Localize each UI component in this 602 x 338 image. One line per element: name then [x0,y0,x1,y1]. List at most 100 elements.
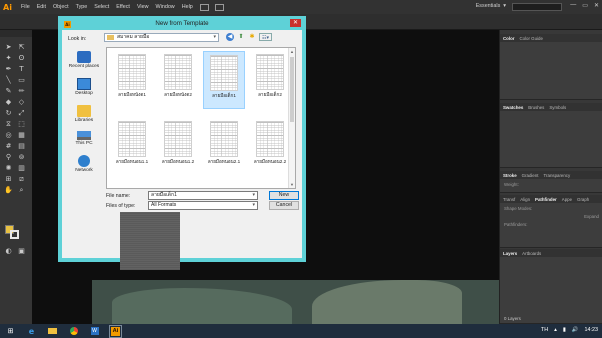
menu-window[interactable]: Window [156,4,175,10]
blob-brush-tool-icon[interactable]: ◆ [4,98,13,106]
scale-tool-icon[interactable]: ⤢ [17,109,26,117]
illustrator-taskbar-button[interactable]: Ai [109,324,122,338]
menu-edit[interactable]: Edit [37,4,46,10]
gradient-tool-icon[interactable]: ▤ [17,142,26,150]
chevron-down-icon[interactable]: ▾ [252,202,255,209]
menu-help[interactable]: Help [182,4,193,10]
pencil-tool-icon[interactable]: ✏ [17,87,26,95]
cancel-button[interactable]: Cancel [269,201,299,210]
perspective-grid-tool-icon[interactable]: ▦ [17,131,26,139]
workspace-switcher[interactable]: Essentials [476,3,506,9]
scroll-up-icon[interactable]: ▲ [289,48,295,55]
chevron-down-icon[interactable]: ▾ [252,192,255,199]
language-indicator[interactable]: TH [541,327,548,333]
free-transform-tool-icon[interactable]: ⬚ [17,120,26,128]
ie-taskbar-button[interactable]: e [27,327,36,336]
screen-mode-icon[interactable]: ▣ [17,247,26,255]
arrange-documents-icon[interactable] [214,3,224,11]
file-item[interactable]: ลายมือหนอน1.1 [111,118,153,176]
drawing-mode-icon[interactable]: ◐ [4,247,13,255]
tab-gradient[interactable]: Gradient [522,173,539,178]
stroke-color-swatch[interactable] [10,230,19,239]
tab-align[interactable]: Align [520,197,530,202]
slice-tool-icon[interactable]: ⧄ [17,175,26,183]
windows-start-icon[interactable]: ⊞ [6,327,15,335]
view-menu-icon[interactable]: ☷▾ [259,33,272,41]
vertical-scrollbar[interactable]: ▲ ▼ [288,48,295,188]
tab-stroke[interactable]: Stroke [503,173,517,178]
volume-icon[interactable]: 🔊 [572,327,579,333]
minimize-icon[interactable]: — [570,2,576,9]
place-recent-places[interactable]: Recent places [66,51,102,69]
clock[interactable]: 14:23 [585,327,599,333]
chrome-taskbar-button[interactable] [69,327,78,335]
file-item[interactable]: ลายมือหนังด1 [111,51,153,109]
direct-selection-tool-icon[interactable]: ⇱ [17,43,26,51]
symbol-sprayer-tool-icon[interactable]: ✺ [4,164,13,172]
scrollbar-thumb[interactable] [290,57,294,122]
tab-symbols[interactable]: Symbols [549,105,566,110]
close-icon[interactable]: ✕ [594,2,599,9]
close-icon[interactable]: ✕ [290,19,301,27]
file-item-selected[interactable]: ลายมือเด็ก1 [203,51,245,109]
menu-effect[interactable]: Effect [116,4,130,10]
tab-layers[interactable]: Layers [503,251,517,256]
tab-swatches[interactable]: Swatches [503,105,523,110]
tab-color-guide[interactable]: Color Guide [519,36,542,41]
magic-wand-tool-icon[interactable]: ✦ [4,54,13,62]
menu-view[interactable]: View [137,4,149,10]
paintbrush-tool-icon[interactable]: ✎ [4,87,13,95]
back-icon[interactable]: ◀ [226,33,234,41]
place-this-pc[interactable]: This PC [66,131,102,146]
file-item[interactable]: ลายมือเด็ก2 [249,51,291,109]
hand-tool-icon[interactable]: ✋ [4,186,13,194]
blend-tool-icon[interactable]: ⊚ [17,153,26,161]
file-item[interactable]: ลายมือหนอน2.2 [249,118,291,176]
search-help-input[interactable] [512,3,562,11]
tray-arrow-icon[interactable]: ▴ [554,327,557,333]
column-graph-tool-icon[interactable]: ▥ [17,164,26,172]
tab-brushes[interactable]: Brushes [528,105,544,110]
file-item[interactable]: ลายมือหนอน2.1 [203,118,245,176]
new-folder-icon[interactable]: ✱ [248,33,256,41]
place-network[interactable]: Network [66,155,102,173]
shape-builder-tool-icon[interactable]: ◎ [4,131,13,139]
scroll-down-icon[interactable]: ▼ [289,181,295,188]
mesh-tool-icon[interactable]: # [4,142,13,150]
tab-artboards[interactable]: Artboards [522,251,541,256]
zoom-tool-icon[interactable]: ⌕ [17,186,26,194]
selection-tool-icon[interactable]: ➤ [4,43,13,51]
place-desktop[interactable]: Desktop [66,78,102,96]
menu-file[interactable]: File [21,4,30,10]
tab-color[interactable]: Color [503,36,514,41]
rectangle-tool-icon[interactable]: ▭ [17,76,26,84]
pen-tool-icon[interactable]: ✒ [4,65,13,73]
up-folder-icon[interactable]: ⬆ [237,33,245,41]
artboard-tool-icon[interactable]: ⊞ [4,175,13,183]
expand-button[interactable]: Expand [504,214,599,219]
fill-stroke-swatch[interactable] [5,225,19,239]
eyedropper-tool-icon[interactable]: ⚲ [4,153,13,161]
menu-object[interactable]: Object [53,4,69,10]
place-libraries[interactable]: Libraries [66,105,102,123]
line-tool-icon[interactable]: ╲ [4,76,13,84]
network-tray-icon[interactable]: ▮ [563,327,566,333]
bridge-icon[interactable] [199,3,209,11]
dialog-title-bar[interactable]: Ai New from Template ✕ [62,19,302,30]
eraser-tool-icon[interactable]: ◇ [17,98,26,106]
tab-transparency[interactable]: Transparency [544,173,571,178]
lasso-tool-icon[interactable]: ʘ [17,54,26,62]
file-item[interactable]: ลายมือหนอน1.2 [157,118,199,176]
menu-type[interactable]: Type [76,4,88,10]
type-tool-icon[interactable]: T [17,65,26,73]
explorer-taskbar-button[interactable] [48,327,57,335]
width-tool-icon[interactable]: ⧖ [4,120,13,128]
tab-appearance[interactable]: Appe [562,197,572,202]
tab-transform[interactable]: Transf [503,197,515,202]
tab-graphic-styles[interactable]: Graph [577,197,589,202]
file-name-input[interactable]: ลายมือเด็ก1 ▾ [148,191,258,200]
tab-pathfinder[interactable]: Pathfinder [535,197,557,202]
look-in-dropdown[interactable]: สมาคม ลายมือ ▾ [104,33,219,42]
file-item[interactable]: ลายมือหนังด2 [157,51,199,109]
new-button[interactable]: New [269,191,299,200]
